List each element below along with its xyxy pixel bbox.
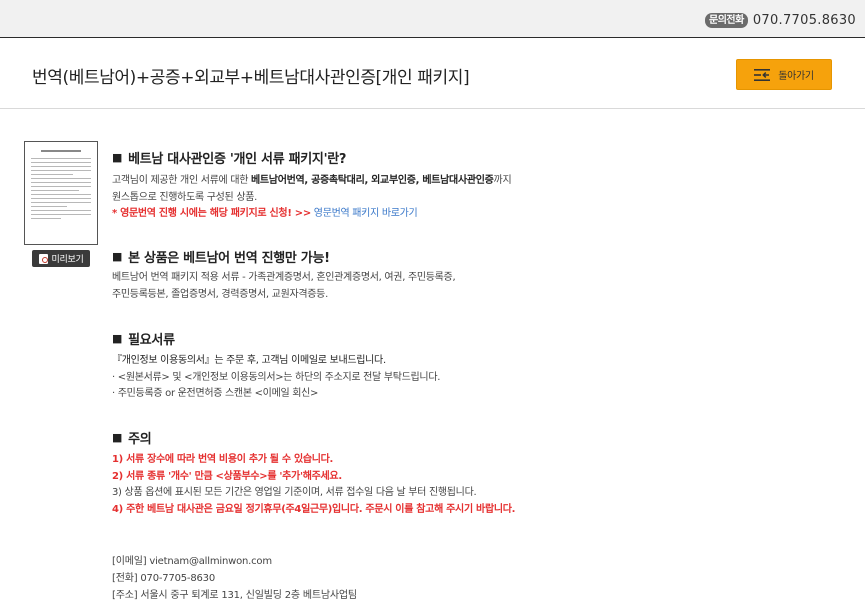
- caution-line-3: 3) 상품 옵션에 표시된 모든 기간은 영업일 기준이며, 서류 접수일 다음…: [112, 487, 477, 498]
- page-header: 번역(베트남어)+공증+외교부+베트남대사관인증[개인 패키지] 돌아가기: [0, 39, 865, 109]
- phone-number: 070.7705.8630: [752, 13, 856, 28]
- caution-line-2: 2) 서류 종류 '개수' 만큼 <상품부수>를 '추가'해주세요.: [112, 470, 342, 482]
- back-button-label: 돌아가기: [778, 71, 814, 82]
- section-title-text: 주의: [128, 431, 152, 447]
- required-line-3: · 주민등록증 or 운전면허증 스캔본 <이메일 회신>: [112, 388, 319, 399]
- section-title: ■ 본 상품은 베트남어 번역 진행만 가능!: [112, 247, 832, 266]
- english-package-link[interactable]: 영문번역 패키지 바로가기: [311, 208, 418, 219]
- caution-line-1: 1) 서류 장수에 따라 번역 비용이 추가 될 수 있습니다.: [112, 454, 334, 465]
- back-button[interactable]: 돌아가기: [736, 59, 832, 90]
- section-bullet: ■: [112, 331, 123, 345]
- vietnamese-line-1: 베트남어 번역 패키지 적용 서류 - 가족관계증명서, 혼인관계증명서, 여권…: [112, 272, 456, 283]
- section-title-text: 필요서류: [128, 332, 175, 348]
- english-package-note: * 영문번역 진행 시에는 해당 패키지로 신청! >>: [112, 208, 311, 219]
- section-package-intro: ■ 베트남 대사관인증 '개인 서류 패키지'란? 고객님이 제공한 개인 서류…: [112, 148, 832, 223]
- required-line-2: · <원본서류> 및 <개인정보 이용동의서>는 하단의 주소지로 전달 부탁드…: [112, 371, 441, 383]
- section-bullet: ■: [112, 430, 123, 444]
- vietnamese-line-2: 주민등록등본, 졸업증명서, 경력증명서, 교원자격증등.: [112, 288, 328, 300]
- section-caution: ■ 주의 1) 서류 장수에 따라 번역 비용이 추가 될 수 있습니다. 2)…: [112, 428, 832, 518]
- contact-email: [이메일] vietnam@allminwon.com: [112, 556, 272, 567]
- preview-button[interactable]: 미리보기: [32, 250, 90, 267]
- section-title-text: 본 상품은 베트남어 번역 진행만 가능!: [128, 250, 330, 266]
- intro-line-1: 고객님이 제공한 개인 서류에 대한 베트남어번역, 공증촉탁대리, 외교부인증…: [112, 175, 512, 186]
- preview-label: 미리보기: [51, 255, 84, 265]
- preview-icon: [38, 253, 48, 264]
- contact-phone: [전화] 070-7705-8630: [112, 573, 215, 584]
- section-vietnamese-only: ■ 본 상품은 베트남어 번역 진행만 가능! 베트남어 번역 패키지 적용 서…: [112, 247, 832, 303]
- contact-info: [이메일] vietnam@allminwon.com [전화] 070-770…: [112, 553, 357, 604]
- section-bullet: ■: [112, 249, 123, 263]
- section-required-documents: ■ 필요서류 『개인정보 이용동의서』는 주문 후, 고객님 이메일로 보내드립…: [112, 329, 832, 403]
- section-bullet: ■: [112, 150, 123, 164]
- phone-badge: 문의전화: [705, 13, 748, 28]
- page-title: 번역(베트남어)+공증+외교부+베트남대사관인증[개인 패키지]: [32, 68, 470, 88]
- contact-address: [주소] 서울시 중구 퇴계로 131, 신일빌딩 2층 베트남사업팀: [112, 590, 357, 601]
- section-title-text: 베트남 대사관인증 '개인 서류 패키지'란?: [128, 151, 347, 167]
- caution-line-4: 4) 주한 베트남 대사관은 금요일 정기휴무(주4일근무)입니다. 주문시 이…: [112, 503, 516, 515]
- list-back-icon: [754, 68, 771, 81]
- top-bar: 문의전화 070.7705.8630: [0, 0, 865, 38]
- section-title: ■ 주의: [112, 428, 832, 447]
- phone-contact: 문의전화 070.7705.8630: [705, 13, 856, 28]
- required-line-1: 『개인정보 이용동의서』는 주문 후, 고객님 이메일로 보내드립니다.: [112, 355, 386, 366]
- intro-line-2: 원스톱으로 진행하도록 구성된 상품.: [112, 191, 258, 203]
- intro-line-3: * 영문번역 진행 시에는 해당 패키지로 신청! >> 영문번역 패키지 바로…: [112, 206, 832, 223]
- document-thumbnail[interactable]: [24, 141, 98, 245]
- section-title: ■ 베트남 대사관인증 '개인 서류 패키지'란?: [112, 148, 832, 167]
- section-title: ■ 필요서류: [112, 329, 832, 348]
